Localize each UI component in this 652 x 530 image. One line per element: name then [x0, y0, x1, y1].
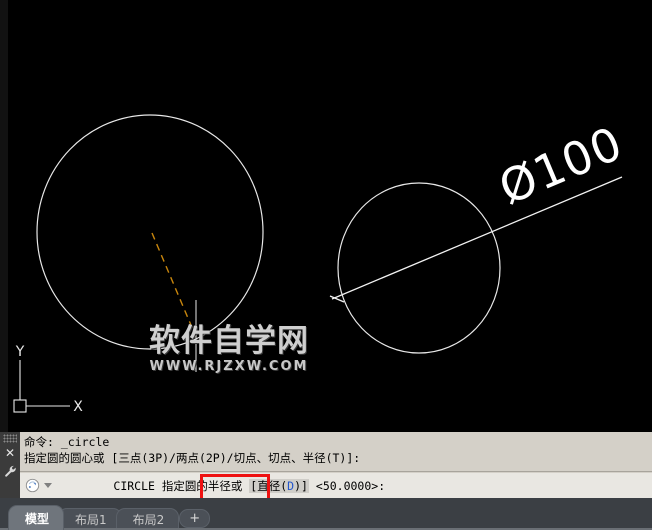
command-history-line: 命令: _circle — [24, 435, 110, 449]
radius-rubber-band — [151, 232, 197, 338]
command-input-row[interactable]: CIRCLE 指定圆的半径或 [直径(D)] <50.0000>: — [20, 473, 652, 498]
diameter-dimension-text: Ø100 — [491, 116, 630, 215]
command-default-value: <50.0000>: — [308, 478, 386, 493]
diameter-dimension-line[interactable] — [331, 176, 623, 300]
option-label: 直径 — [257, 478, 281, 493]
tab-layout1[interactable]: 布局1 — [58, 508, 122, 530]
autocad-window: Ø100 Y X 软件自学网 WWW.RJZXW.COM ✕ 命令: _circ… — [0, 0, 652, 530]
ucs-icon — [13, 360, 70, 413]
large-circle[interactable] — [36, 114, 264, 350]
command-option-diameter[interactable]: [直径(D)] — [249, 478, 309, 493]
command-window[interactable]: ✕ 命令: _circle 指定圆的圆心或 [三点(3P)/两点(2P)/切点、… — [0, 432, 652, 498]
paren-close: ) — [294, 478, 302, 493]
add-layout-button[interactable]: + — [179, 509, 211, 528]
tab-label: 模型 — [25, 511, 50, 526]
command-prompt-prefix: CIRCLE 指定圆的半径或 — [113, 478, 250, 493]
small-circle[interactable] — [337, 182, 501, 354]
drawing-canvas[interactable]: Ø100 Y X 软件自学网 WWW.RJZXW.COM — [0, 0, 652, 432]
wrench-icon[interactable] — [4, 465, 17, 483]
command-window-sidebar: ✕ — [0, 432, 20, 498]
ucs-x-label: X — [73, 399, 83, 415]
tab-label: 布局1 — [75, 513, 107, 527]
tab-layout2[interactable]: 布局2 — [115, 508, 180, 530]
canvas-graphics: Ø100 Y X — [13, 114, 630, 415]
ucs-y-label: Y — [15, 344, 25, 360]
layout-tab-bar[interactable]: 模型 布局1 布局2 + — [0, 498, 652, 530]
circle-command-icon — [25, 478, 40, 493]
drag-handle-icon[interactable] — [3, 434, 17, 443]
tab-label: 布局2 — [132, 513, 165, 527]
close-icon[interactable]: ✕ — [5, 447, 15, 459]
chevron-down-icon[interactable] — [44, 483, 52, 488]
tab-model[interactable]: 模型 — [8, 505, 65, 530]
add-icon: + — [189, 511, 201, 526]
layout-tab-list: 模型 布局1 布局2 + — [8, 504, 211, 530]
bracket-close: ] — [301, 478, 308, 493]
